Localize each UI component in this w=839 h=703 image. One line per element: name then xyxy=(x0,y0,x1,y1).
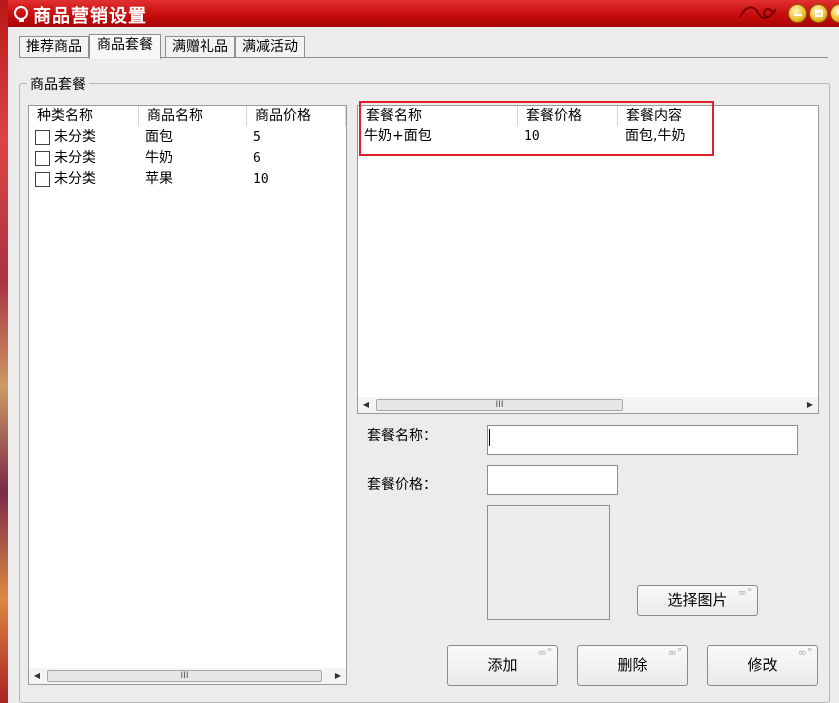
column-header-package-content[interactable]: 套餐内容 xyxy=(618,106,818,126)
scroll-right-icon[interactable]: ▶ xyxy=(330,668,346,684)
button-ornament-icon: ∞° xyxy=(537,646,553,659)
table-row[interactable]: 牛奶+面包 10 面包,牛奶 xyxy=(358,126,818,147)
choose-image-label: 选择图片 xyxy=(667,591,728,609)
list-item[interactable]: 未分类 牛奶 6 xyxy=(29,148,346,169)
package-name-input[interactable] xyxy=(487,425,798,455)
button-ornament-icon: ∞° xyxy=(737,586,753,599)
column-header-product-name[interactable]: 商品名称 xyxy=(139,106,247,126)
scroll-right-icon[interactable]: ▶ xyxy=(802,397,818,413)
close-icon[interactable]: ✕ xyxy=(830,4,839,23)
text-caret xyxy=(489,429,490,446)
desktop-background-strip xyxy=(0,0,8,703)
modify-button-label: 修改 xyxy=(747,656,778,674)
add-button[interactable]: 添加 ∞° xyxy=(447,645,558,686)
modify-button[interactable]: 修改 ∞° xyxy=(707,645,818,686)
window-title: 商品营销设置 xyxy=(33,6,147,27)
app-icon xyxy=(14,6,28,22)
product-name-cell: 面包 xyxy=(145,129,173,145)
tab-discount-activity[interactable]: 满减活动 xyxy=(235,36,305,58)
package-content-cell: 面包,牛奶 xyxy=(625,128,686,144)
product-list-header: 种类名称 商品名称 商品价格 xyxy=(29,106,346,126)
minimize-icon[interactable] xyxy=(788,4,807,23)
package-image-preview xyxy=(487,505,610,620)
product-list[interactable]: 种类名称 商品名称 商品价格 未分类 面包 5 未分类 牛奶 6 未分类 苹果 … xyxy=(28,105,347,685)
list-item[interactable]: 未分类 面包 5 xyxy=(29,127,346,148)
category-cell: 未分类 xyxy=(54,129,96,145)
package-name-label: 套餐名称： xyxy=(367,428,437,444)
button-ornament-icon: ∞° xyxy=(667,646,683,659)
row-checkbox[interactable] xyxy=(35,151,50,166)
product-name-cell: 牛奶 xyxy=(145,150,173,166)
product-price-cell: 10 xyxy=(253,172,269,187)
row-checkbox[interactable] xyxy=(35,130,50,145)
scroll-left-icon[interactable]: ◀ xyxy=(358,397,374,413)
button-ornament-icon: ∞° xyxy=(797,646,813,659)
package-list-header: 套餐名称 套餐价格 套餐内容 xyxy=(358,106,818,126)
column-header-category[interactable]: 种类名称 xyxy=(29,106,139,126)
package-price-input[interactable] xyxy=(487,465,618,495)
title-ornament-icon xyxy=(738,3,778,23)
scroll-left-icon[interactable]: ◀ xyxy=(29,668,45,684)
product-price-cell: 6 xyxy=(253,151,261,166)
product-price-cell: 5 xyxy=(253,130,261,145)
column-header-product-price[interactable]: 商品价格 xyxy=(247,106,346,126)
product-list-hscrollbar[interactable]: ◀ III ▶ xyxy=(29,668,346,684)
package-name-cell: 牛奶+面包 xyxy=(364,128,432,144)
delete-button[interactable]: 删除 ∞° xyxy=(577,645,688,686)
category-cell: 未分类 xyxy=(54,171,96,187)
choose-image-button[interactable]: 选择图片 ∞° xyxy=(637,585,758,616)
tab-gift-promotion[interactable]: 满赠礼品 xyxy=(165,36,235,58)
marketing-settings-window: 商品营销设置 ✕ 推荐商品 商品套餐 满赠礼品 满减活动 商品套餐 种类名称 商… xyxy=(0,0,839,703)
scroll-thumb[interactable]: III xyxy=(376,399,623,411)
maximize-icon[interactable] xyxy=(809,4,828,23)
row-checkbox[interactable] xyxy=(35,172,50,187)
column-header-package-name[interactable]: 套餐名称 xyxy=(358,106,518,126)
column-header-package-price[interactable]: 套餐价格 xyxy=(518,106,618,126)
tab-product-package[interactable]: 商品套餐 xyxy=(89,34,161,59)
group-legend: 商品套餐 xyxy=(27,74,89,94)
package-price-label: 套餐价格： xyxy=(367,477,437,493)
scroll-thumb[interactable]: III xyxy=(47,670,322,682)
add-button-label: 添加 xyxy=(487,656,518,674)
tab-recommended-products[interactable]: 推荐商品 xyxy=(19,36,89,58)
product-name-cell: 苹果 xyxy=(145,171,173,187)
delete-button-label: 删除 xyxy=(617,656,648,674)
title-bar[interactable]: 商品营销设置 ✕ xyxy=(8,0,839,27)
package-list[interactable]: 套餐名称 套餐价格 套餐内容 牛奶+面包 10 面包,牛奶 ◀ III ▶ xyxy=(357,105,819,414)
list-item[interactable]: 未分类 苹果 10 xyxy=(29,169,346,190)
package-list-hscrollbar[interactable]: ◀ III ▶ xyxy=(358,397,818,413)
package-price-cell: 10 xyxy=(524,129,540,144)
category-cell: 未分类 xyxy=(54,150,96,166)
